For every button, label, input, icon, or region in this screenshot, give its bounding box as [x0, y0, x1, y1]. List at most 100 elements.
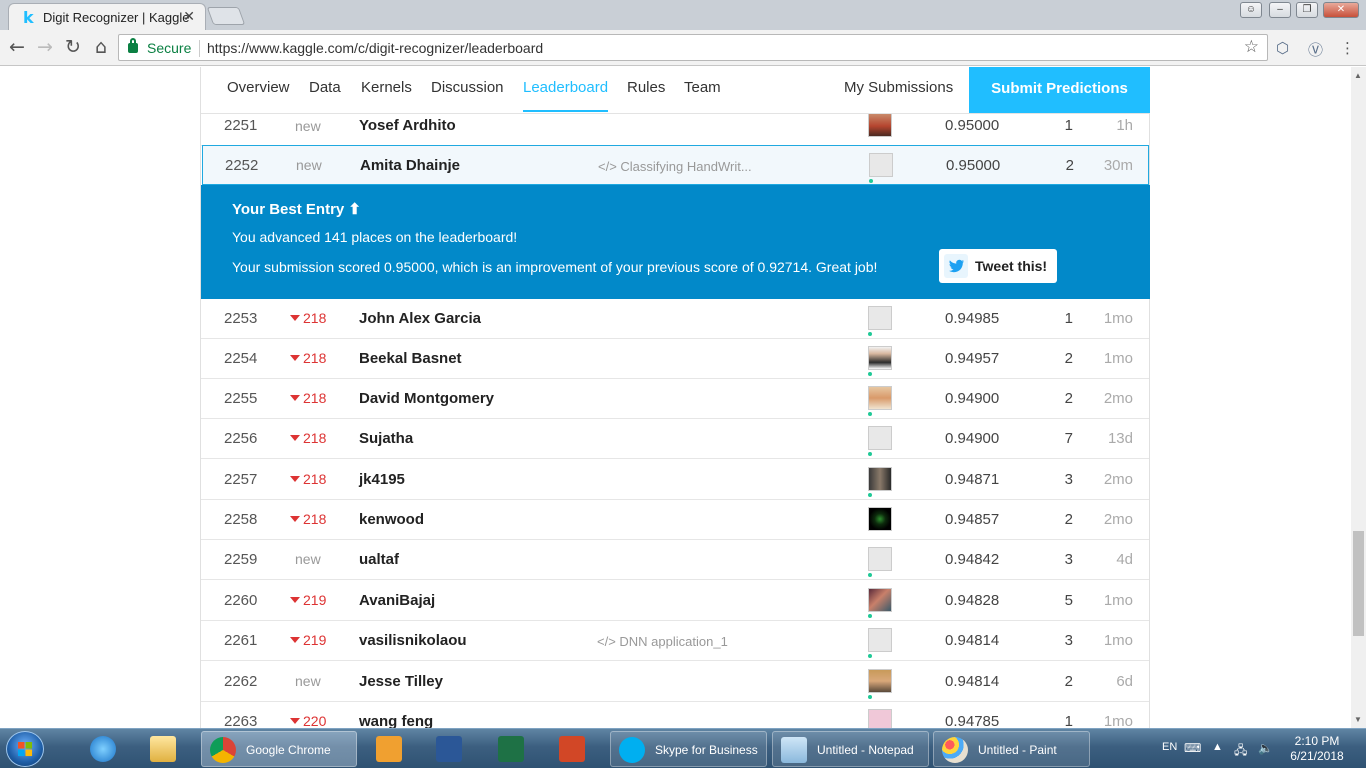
taskbar-internet-explorer[interactable]	[80, 731, 134, 767]
table-row[interactable]: 2253 218 John Alex Garcia 0.94985 1 1mo	[201, 299, 1149, 339]
taskbar-explorer[interactable]	[140, 731, 194, 767]
team-name[interactable]: jk4195	[359, 471, 405, 488]
entries: 2	[1064, 350, 1073, 367]
start-button[interactable]	[6, 731, 44, 767]
avatar[interactable]	[868, 113, 892, 137]
tab-data[interactable]: Data	[309, 79, 341, 96]
avatar[interactable]	[868, 709, 892, 728]
submit-predictions-button[interactable]: Submit Predictions	[969, 67, 1150, 113]
tab-kernels[interactable]: Kernels	[361, 79, 412, 96]
team-name[interactable]: ualtaf	[359, 551, 399, 568]
tab-team[interactable]: Team	[684, 79, 721, 96]
taskbar-notepad[interactable]: Untitled - Notepad	[772, 731, 929, 767]
taskbar-powerpoint[interactable]	[549, 731, 603, 767]
tab-discussion[interactable]: Discussion	[431, 79, 504, 96]
entries: 7	[1064, 430, 1073, 447]
team-name[interactable]: kenwood	[359, 511, 424, 528]
rank: 2263	[224, 713, 258, 728]
volume-icon[interactable]: 🔈	[1258, 741, 1273, 755]
taskbar-excel[interactable]	[488, 731, 542, 767]
table-row[interactable]: 2254 218 Beekal Basnet 0.94957 2 1mo	[201, 339, 1149, 379]
restore-button[interactable]: ❐	[1296, 2, 1318, 18]
show-hidden-icons-icon[interactable]: ▲	[1212, 741, 1223, 753]
team-name[interactable]: AvaniBajaj	[359, 592, 435, 609]
team-name[interactable]: John Alex Garcia	[359, 310, 481, 327]
kernel-link[interactable]: </> DNN application_1	[597, 634, 728, 649]
avatar[interactable]	[868, 588, 892, 612]
extension-icon[interactable]: ⬡	[1276, 39, 1289, 57]
team-name[interactable]: vasilisnikolaou	[359, 632, 467, 649]
home-icon[interactable]: ⌂	[90, 36, 112, 58]
table-row[interactable]: 2257 218 jk4195 0.94871 3 2mo	[201, 460, 1149, 500]
avatar[interactable]	[868, 507, 892, 531]
rank-down-icon	[290, 516, 300, 522]
taskbar-word[interactable]	[426, 731, 480, 767]
minimize-button[interactable]: –	[1269, 2, 1291, 18]
avatar[interactable]	[869, 153, 893, 177]
tab-rules[interactable]: Rules	[627, 79, 665, 96]
team-name[interactable]: David Montgomery	[359, 390, 494, 407]
team-name[interactable]: Amita Dhainje	[360, 157, 460, 174]
avatar[interactable]	[868, 306, 892, 330]
table-row[interactable]: 2260 219 AvaniBajaj 0.94828 5 1mo	[201, 581, 1149, 621]
system-clock[interactable]: 2:10 PM 6/21/2018	[1281, 734, 1353, 764]
taskbar-paint[interactable]: Untitled - Paint	[933, 731, 1090, 767]
taskbar-google-chrome[interactable]: Google Chrome	[201, 731, 357, 767]
team-name[interactable]: Jesse Tilley	[359, 673, 443, 690]
new-tab-button[interactable]	[206, 7, 246, 25]
table-row[interactable]: 2251 new Yosef Ardhito 0.95000 1 1h	[201, 113, 1149, 146]
vpn-extension-icon[interactable]: Ⓥ	[1308, 39, 1323, 60]
scroll-thumb[interactable]	[1353, 531, 1364, 636]
page-scrollbar[interactable]: ▲ ▼	[1351, 67, 1366, 728]
profile-icon[interactable]: ☺	[1240, 2, 1262, 18]
avatar[interactable]	[868, 467, 892, 491]
forward-icon[interactable]: →	[34, 36, 56, 58]
last-submission: 2mo	[1103, 390, 1133, 407]
team-name[interactable]: Sujatha	[359, 430, 413, 447]
tab-leaderboard[interactable]: Leaderboard	[523, 79, 609, 112]
scroll-down-icon[interactable]: ▼	[1354, 715, 1362, 724]
window-close-button[interactable]: ✕	[1323, 2, 1359, 18]
keyboard-icon[interactable]: ⌨	[1184, 741, 1201, 755]
kernel-link[interactable]: </> Classifying HandWrit...	[598, 159, 752, 174]
scroll-up-icon[interactable]: ▲	[1354, 71, 1362, 80]
taskbar-outlook[interactable]	[366, 731, 420, 767]
table-row[interactable]: 2259 new ualtaf 0.94842 3 4d	[201, 540, 1149, 580]
browser-tab[interactable]: k Digit Recognizer | Kaggle ✕	[8, 3, 206, 30]
team-name[interactable]: Beekal Basnet	[359, 350, 462, 367]
table-row[interactable]: 2255 218 David Montgomery 0.94900 2 2mo	[201, 379, 1149, 419]
taskbar-skype-for-business[interactable]: Skype for Business	[610, 731, 767, 767]
rank-change: 218	[290, 430, 330, 446]
my-submissions-link[interactable]: My Submissions	[844, 79, 953, 96]
bookmark-star-icon[interactable]: ☆	[1244, 37, 1259, 57]
back-icon[interactable]: ←	[6, 36, 28, 58]
address-bar[interactable]: Secure https://www.kaggle.com/c/digit-re…	[118, 34, 1268, 61]
avatar[interactable]	[868, 426, 892, 450]
avatar[interactable]	[868, 669, 892, 693]
network-icon[interactable]: 🖧	[1234, 741, 1247, 762]
reload-icon[interactable]: ↻	[62, 36, 84, 58]
table-row[interactable]: 2258 218 kenwood 0.94857 2 2mo	[201, 500, 1149, 540]
url-text[interactable]: https://www.kaggle.com/c/digit-recognize…	[207, 40, 543, 56]
tab-overview[interactable]: Overview	[227, 79, 290, 96]
table-row-my-entry[interactable]: 2252 new Amita Dhainje </> Classifying H…	[202, 145, 1149, 185]
best-entry-panel: Your Best Entry ⬆ You advanced 141 place…	[201, 185, 1150, 299]
avatar[interactable]	[868, 346, 892, 370]
tweet-button[interactable]: Tweet this!	[939, 249, 1057, 283]
team-name[interactable]: Yosef Ardhito	[359, 117, 456, 134]
rank-down-icon	[290, 597, 300, 603]
menu-icon[interactable]: ⋮	[1340, 39, 1355, 57]
clock-time: 2:10 PM	[1294, 734, 1340, 748]
rank: 2258	[224, 511, 258, 528]
avatar[interactable]	[868, 628, 892, 652]
table-row[interactable]: 2263 220 wang feng 0.94785 1 1mo	[201, 702, 1149, 728]
score: 0.94857	[945, 511, 1000, 528]
language-indicator[interactable]: EN	[1162, 741, 1177, 753]
table-row[interactable]: 2256 218 Sujatha 0.94900 7 13d	[201, 419, 1149, 459]
avatar[interactable]	[868, 547, 892, 571]
avatar[interactable]	[868, 386, 892, 410]
table-row[interactable]: 2262 new Jesse Tilley 0.94814 2 6d	[201, 662, 1149, 702]
table-row[interactable]: 2261 219 vasilisnikolaou </> DNN applica…	[201, 621, 1149, 661]
team-name[interactable]: wang feng	[359, 713, 433, 728]
tab-close-icon[interactable]: ✕	[183, 8, 195, 25]
